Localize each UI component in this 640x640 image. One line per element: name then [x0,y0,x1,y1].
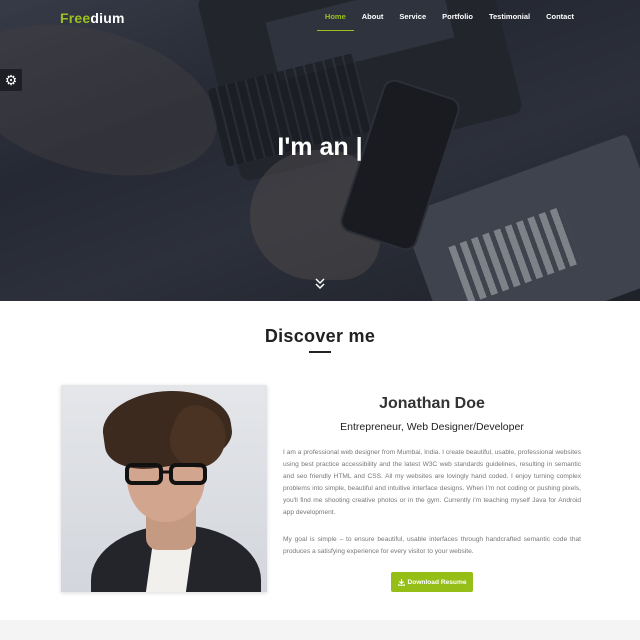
bio-paragraph-2: My goal is simple – to ensure beautiful,… [283,536,581,555]
section-title: Discover me [264,326,376,346]
brand-logo-part1: Free [60,10,91,26]
download-resume-button[interactable]: Download Resume [391,572,473,592]
nav-portfolio[interactable]: Portfolio [434,8,481,31]
brand-logo[interactable]: Freedium [60,10,125,26]
double-chevron-down-icon[interactable] [313,278,327,290]
brand-logo-part2: dium [90,10,125,26]
download-icon [397,578,405,586]
gear-icon: ⚙ [4,71,18,88]
hero-section: Freedium Home About Service Portfolio Te… [0,0,640,301]
next-section-strip [0,620,640,640]
download-resume-label: Download Resume [407,578,467,586]
bio-paragraph-1: I am a professional web designer from Mu… [283,449,581,516]
nav-home[interactable]: Home [316,8,354,31]
profile-photo [61,385,267,592]
nav-testimonial[interactable]: Testimonial [481,8,538,31]
settings-toggle-button[interactable]: ⚙ [0,69,22,91]
nav-about[interactable]: About [354,8,392,31]
hero-headline: I'm an | [277,133,363,161]
person-name: Jonathan Doe [379,395,485,412]
nav-contact[interactable]: Contact [538,8,582,31]
nav-service[interactable]: Service [391,8,434,31]
main-nav: Home About Service Portfolio Testimonial… [316,8,582,31]
person-role: Entrepreneur, Web Designer/Developer [340,421,524,433]
title-underline [309,351,331,353]
